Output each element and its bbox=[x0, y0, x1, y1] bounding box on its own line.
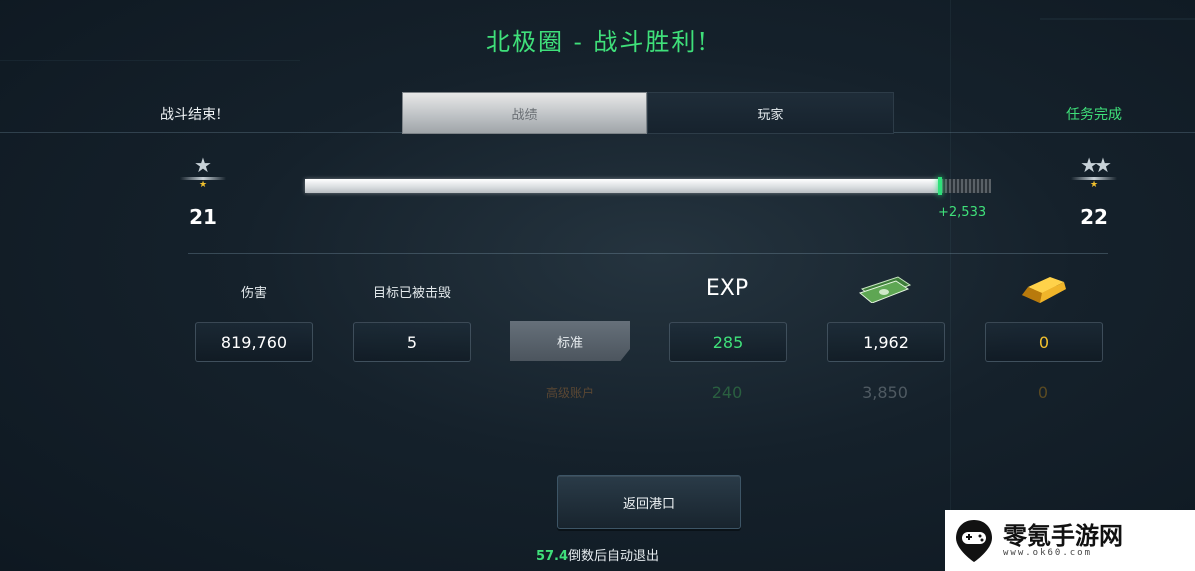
experience-progress-bar bbox=[305, 177, 991, 195]
standard-exp-value: 285 bbox=[669, 322, 787, 362]
bg-line bbox=[0, 60, 300, 61]
small-star-icon: ★ bbox=[198, 180, 208, 190]
kills-label: 目标已被击毁 bbox=[372, 286, 451, 301]
standard-reward-label: 标准 bbox=[510, 321, 630, 361]
countdown-seconds: 57.4 bbox=[535, 549, 569, 564]
premium-reward-label: 高级账户 bbox=[545, 386, 594, 400]
next-rank-number: 22 bbox=[1080, 205, 1108, 229]
damage-value: 819,760 bbox=[195, 322, 313, 362]
battle-over-label: 战斗结束! bbox=[160, 107, 222, 123]
gold-icon bbox=[1018, 273, 1070, 307]
countdown-text: 倒数后自动退出 bbox=[568, 549, 660, 564]
return-to-port-button[interactable]: 返回港口 bbox=[557, 475, 741, 529]
next-rank-insignia: ★★ ★ bbox=[1071, 153, 1117, 190]
page-title: 北极圈 - 战斗胜利! bbox=[485, 28, 709, 56]
site-watermark: 零氪手游网 www.ok60.com bbox=[945, 510, 1195, 571]
standard-credits-value: 1,962 bbox=[827, 322, 945, 362]
premium-exp-value: 240 bbox=[711, 383, 743, 402]
experience-progress-cap bbox=[938, 177, 942, 195]
section-divider bbox=[188, 253, 1108, 254]
experience-progress-fill bbox=[305, 179, 938, 193]
gamepad-pin-icon bbox=[953, 518, 995, 564]
standard-gold-value: 0 bbox=[985, 322, 1103, 362]
exp-header: EXP bbox=[705, 276, 749, 301]
watermark-name: 零氪手游网 bbox=[1003, 521, 1123, 550]
bg-line bbox=[1040, 18, 1195, 20]
double-star-icon: ★★ bbox=[1080, 153, 1112, 177]
bg-line bbox=[950, 0, 951, 571]
small-star-icon: ★ bbox=[1089, 180, 1099, 190]
premium-credits-value: 3,850 bbox=[862, 383, 908, 402]
tab-stats[interactable]: 战绩 bbox=[402, 92, 647, 134]
premium-gold-value: 0 bbox=[1037, 383, 1049, 402]
kills-value: 5 bbox=[353, 322, 471, 362]
star-icon: ★ bbox=[194, 153, 212, 177]
damage-label: 伤害 bbox=[240, 286, 267, 301]
credits-icon bbox=[858, 273, 912, 304]
current-rank-number: 21 bbox=[189, 205, 217, 229]
current-rank-insignia: ★ ★ bbox=[180, 153, 226, 190]
experience-gained-label: +2,533 bbox=[938, 205, 987, 220]
mission-complete-label: 任务完成 bbox=[1066, 107, 1122, 123]
tab-players[interactable]: 玩家 bbox=[647, 92, 894, 134]
